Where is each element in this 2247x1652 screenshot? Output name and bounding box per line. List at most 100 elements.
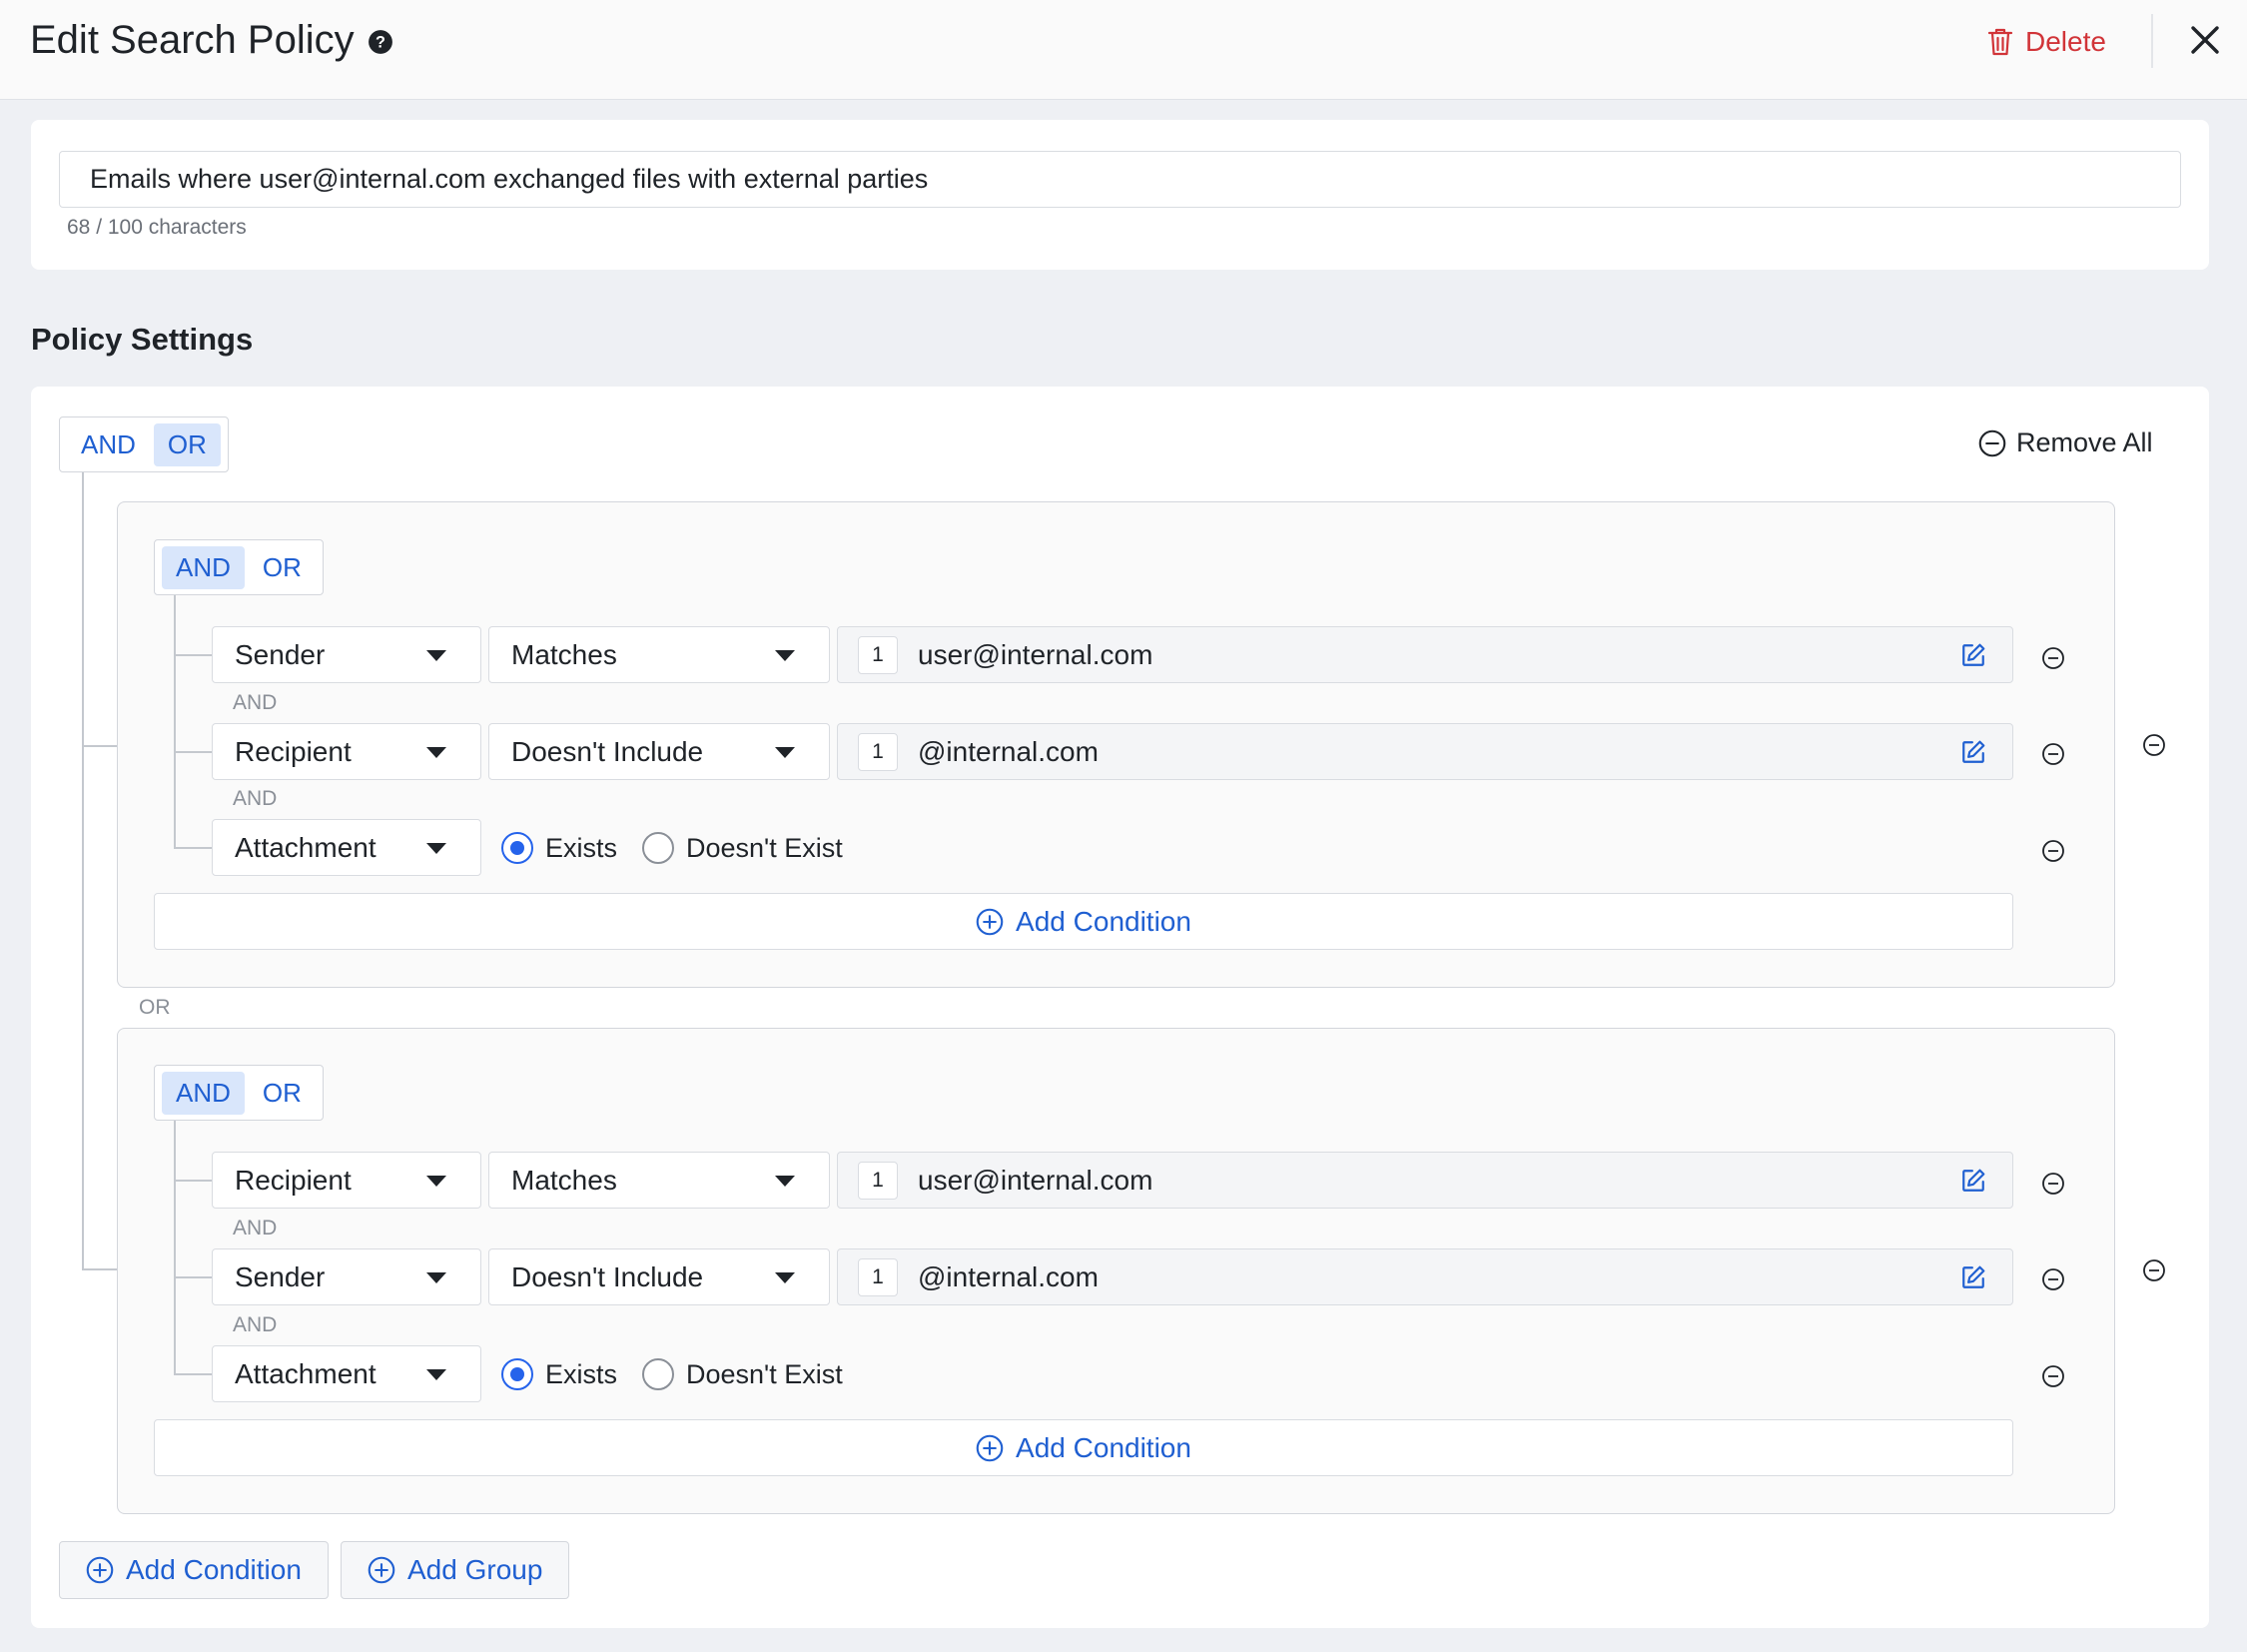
edit-icon[interactable] [1960, 739, 1986, 765]
group-1-branch-1 [174, 654, 212, 656]
field-select-value: Attachment [235, 1357, 376, 1389]
add-condition-button[interactable]: Add Condition [154, 1419, 2013, 1476]
remove-condition-icon[interactable] [2041, 839, 2065, 863]
root-logic-toggle: AND OR [59, 416, 229, 472]
add-condition-root-label: Add Condition [126, 1554, 302, 1585]
chevron-down-icon [426, 1176, 446, 1187]
group-1-branch-2 [174, 751, 212, 753]
value-count-badge: 1 [858, 1258, 898, 1296]
field-select[interactable]: Attachment [212, 819, 481, 876]
exists-radio-option[interactable]: Exists [501, 1358, 617, 1390]
value-text: user@internal.com [918, 1165, 1153, 1196]
operator-select-value: Matches [511, 1164, 617, 1196]
root-branch-2 [82, 1268, 117, 1270]
edit-icon[interactable] [1960, 642, 1986, 668]
field-select[interactable]: Attachment [212, 1345, 481, 1402]
remove-condition-icon[interactable] [2041, 1267, 2065, 1291]
chevron-down-icon [426, 747, 446, 758]
value-field[interactable]: 1 @internal.com [837, 723, 2013, 780]
help-icon[interactable]: ? [368, 29, 393, 55]
exists-radio[interactable] [501, 832, 533, 864]
add-group-button[interactable]: Add Group [341, 1541, 570, 1599]
exists-radio[interactable] [501, 1358, 533, 1390]
operator-select[interactable]: Matches [488, 626, 830, 683]
chevron-down-icon [775, 650, 795, 661]
add-condition-button[interactable]: Add Condition [154, 893, 2013, 950]
group-2-or-option[interactable]: OR [249, 1072, 316, 1115]
value-field[interactable]: 1 @internal.com [837, 1248, 2013, 1305]
field-select-value: Attachment [235, 831, 376, 863]
field-select-value: Recipient [235, 1164, 352, 1196]
remove-group-icon[interactable] [2142, 733, 2166, 757]
field-select[interactable]: Recipient [212, 1152, 481, 1209]
chevron-down-icon [775, 1272, 795, 1283]
field-select-value: Recipient [235, 735, 352, 767]
group-2-and-option[interactable]: AND [162, 1071, 245, 1115]
root-branch-1 [82, 745, 117, 747]
remove-all-button[interactable]: Remove All [1978, 427, 2153, 458]
and-connector-label: AND [233, 787, 278, 810]
operator-select[interactable]: Doesn't Include [488, 1248, 830, 1305]
add-condition-label: Add Condition [1016, 905, 1191, 937]
svg-text:?: ? [375, 33, 385, 51]
value-field[interactable]: 1 user@internal.com [837, 1152, 2013, 1209]
plus-circle-icon [368, 1556, 395, 1584]
value-text: @internal.com [918, 1261, 1099, 1292]
field-select-value: Sender [235, 1260, 326, 1292]
plus-circle-icon [976, 908, 1004, 935]
group-1-and-option[interactable]: AND [162, 545, 245, 589]
operator-select[interactable]: Doesn't Include [488, 723, 830, 780]
remove-all-label: Remove All [2016, 427, 2153, 457]
add-condition-root-button[interactable]: Add Condition [59, 1541, 329, 1599]
chevron-down-icon [426, 650, 446, 661]
not-exists-radio[interactable] [642, 1358, 674, 1390]
exists-radio-option[interactable]: Exists [501, 832, 617, 864]
not-exists-radio-option[interactable]: Doesn't Exist [642, 832, 843, 864]
policy-name-input[interactable] [59, 151, 2181, 208]
chevron-down-icon [426, 1369, 446, 1380]
remove-condition-icon[interactable] [2041, 1364, 2065, 1388]
and-connector-label: AND [233, 1313, 278, 1336]
value-text: @internal.com [918, 736, 1099, 767]
and-connector-label: AND [233, 691, 278, 714]
remove-group-icon[interactable] [2142, 1258, 2166, 1282]
header-divider [2151, 14, 2153, 68]
minus-circle-icon [1978, 429, 2006, 456]
field-select[interactable]: Recipient [212, 723, 481, 780]
value-count-badge: 1 [858, 1162, 898, 1200]
field-select[interactable]: Sender [212, 1248, 481, 1305]
add-condition-label: Add Condition [1016, 1431, 1191, 1463]
group-1-branch-3 [174, 847, 212, 849]
trash-icon [1987, 28, 2013, 56]
root-tree-line [82, 472, 84, 1270]
remove-condition-icon[interactable] [2041, 742, 2065, 766]
operator-select[interactable]: Matches [488, 1152, 830, 1209]
edit-icon[interactable] [1960, 1168, 1986, 1194]
group-2-logic-toggle: AND OR [154, 1065, 324, 1121]
not-exists-radio[interactable] [642, 832, 674, 864]
edit-icon[interactable] [1960, 1264, 1986, 1290]
operator-select-value: Matches [511, 638, 617, 670]
not-exists-radio-option[interactable]: Doesn't Exist [642, 1358, 843, 1390]
close-icon[interactable] [2187, 22, 2223, 58]
value-field[interactable]: 1 user@internal.com [837, 626, 2013, 683]
group-2-branch-3 [174, 1373, 212, 1375]
group-2-tree-line [174, 1121, 176, 1375]
chevron-down-icon [426, 843, 446, 854]
header-bar: Edit Search Policy ? Delete [0, 0, 2247, 100]
group-1-logic-toggle: AND OR [154, 539, 324, 595]
remove-condition-icon[interactable] [2041, 1172, 2065, 1196]
exists-label: Exists [545, 1358, 618, 1389]
root-and-option[interactable]: AND [67, 423, 150, 466]
field-select[interactable]: Sender [212, 626, 481, 683]
delete-button[interactable]: Delete [1987, 22, 2106, 62]
add-group-label: Add Group [407, 1554, 543, 1585]
root-or-option[interactable]: OR [153, 422, 221, 466]
operator-select-value: Doesn't Include [511, 1260, 704, 1292]
plus-circle-icon [976, 1434, 1004, 1461]
chevron-down-icon [426, 1272, 446, 1283]
group-2-branch-1 [174, 1180, 212, 1182]
group-1-or-option[interactable]: OR [249, 546, 316, 589]
value-count-badge: 1 [858, 733, 898, 771]
remove-condition-icon[interactable] [2041, 646, 2065, 670]
